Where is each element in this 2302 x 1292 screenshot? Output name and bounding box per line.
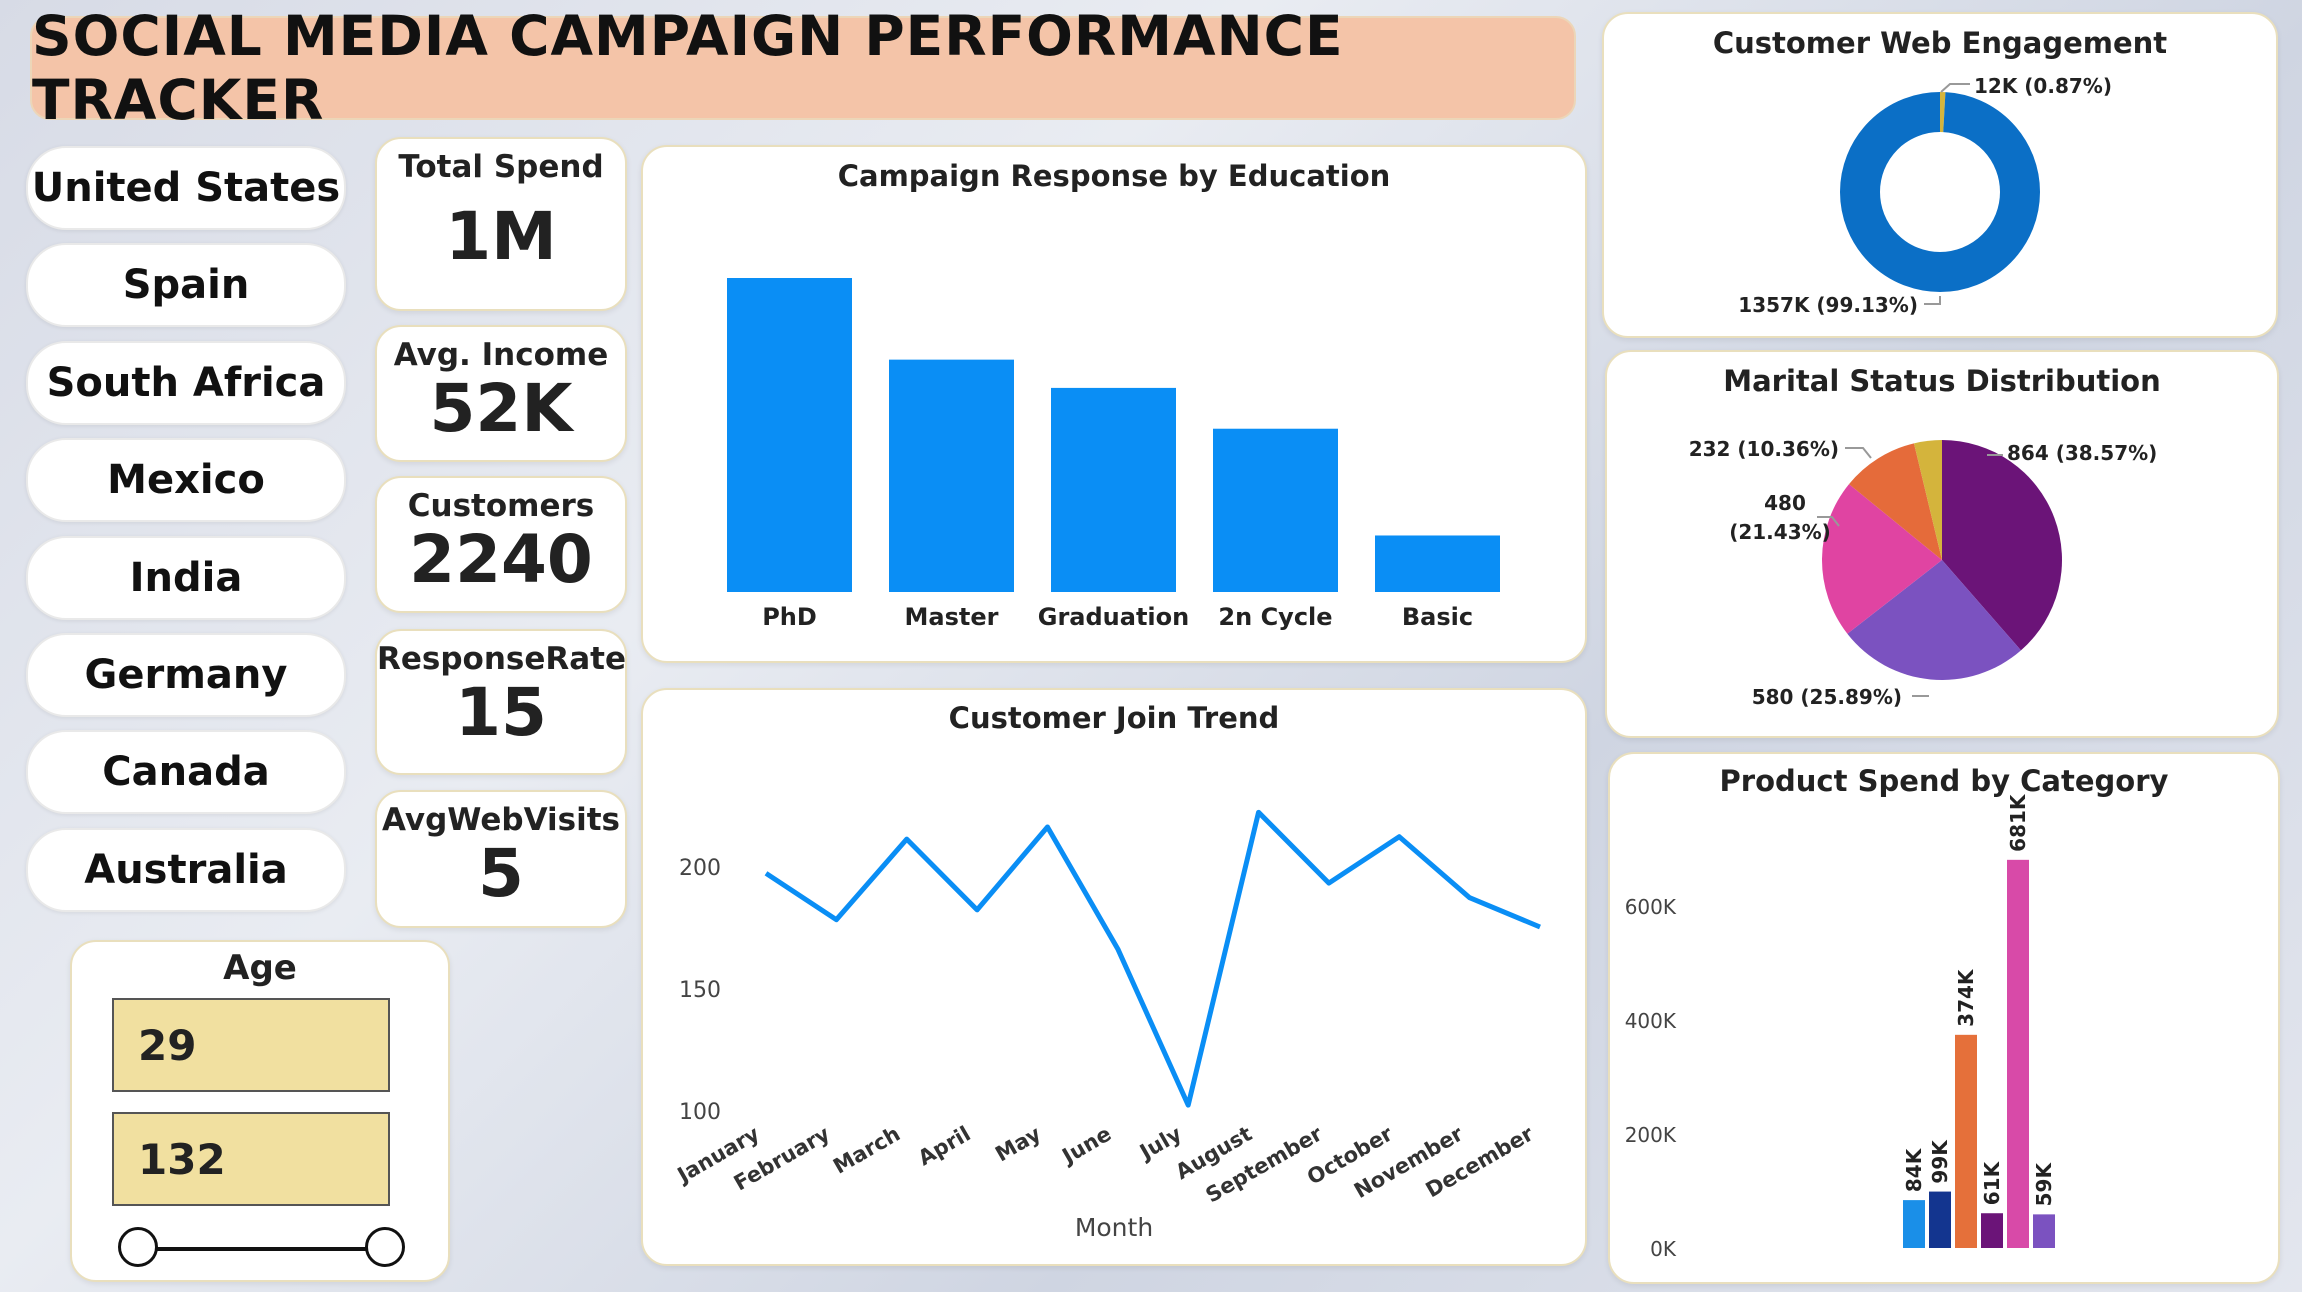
y-tick-label: 150	[679, 978, 721, 1003]
slice-label: 480	[1764, 491, 1806, 515]
slice-label: 864 (38.57%)	[2007, 441, 2157, 465]
country-button-mexico[interactable]: Mexico	[26, 438, 346, 522]
bar	[1929, 1191, 1951, 1248]
bar	[1955, 1034, 1977, 1248]
age-min-input[interactable]: 29	[112, 998, 390, 1092]
join-trend-line-chart: 100150200JanuaryFebruaryMarch April May Jun…	[672, 809, 1541, 1207]
education-bar-chart: PhD Master Graduation 2n Cycle Basic	[727, 278, 1500, 631]
country-button-canada[interactable]: Canada	[26, 730, 346, 814]
leader-line	[1845, 447, 1872, 459]
slice-label: (21.43%)	[1729, 520, 1831, 544]
product-spend-chart-panel: Product Spend by Category 0K 200K 400K 600K…	[1608, 752, 2280, 1284]
country-button-south-africa[interactable]: South Africa	[26, 341, 346, 425]
age-range-track	[132, 1247, 382, 1251]
data-label: 84K	[1902, 1147, 1926, 1192]
age-slicer-panel: Age 29 132	[70, 940, 450, 1282]
kpi-value: 2240	[409, 521, 593, 598]
bar	[1375, 535, 1500, 592]
bar	[1981, 1213, 2003, 1248]
y-tick-label: 400K	[1625, 1009, 1677, 1033]
kpi-card-total-spend: Total Spend 1M	[375, 137, 627, 311]
kpi-value: 15	[455, 674, 547, 751]
age-max-input[interactable]: 132	[112, 1112, 390, 1206]
kpi-value: 1M	[445, 198, 557, 275]
x-axis-label: Month	[1074, 1213, 1154, 1242]
country-button-spain[interactable]: Spain	[26, 243, 346, 327]
category-label: Graduation	[1038, 603, 1189, 631]
kpi-value: 5	[478, 835, 524, 912]
leader-line	[1924, 296, 1941, 305]
bar	[889, 359, 1014, 592]
kpi-card-customers: Customers 2240	[375, 476, 627, 613]
data-label: 681K	[2006, 793, 2030, 852]
category-label: 2n Cycle	[1218, 603, 1332, 631]
kpi-card-avg-income: Avg. Income 52K	[375, 325, 627, 462]
category-label: PhD	[762, 603, 817, 631]
age-min-handle[interactable]	[118, 1227, 158, 1267]
bar	[2033, 1214, 2055, 1248]
marital-status-pie-chart: 864 (38.57%) 580 (25.89%) 480 (21.43%) 232 (…	[1689, 437, 2158, 709]
country-button-australia[interactable]: Australia	[26, 828, 346, 912]
kpi-label: Avg. Income	[393, 337, 609, 373]
data-label: 374K	[1954, 968, 1978, 1027]
age-max-handle[interactable]	[365, 1227, 405, 1267]
leader-line	[1940, 83, 1970, 93]
y-tick-label: 200	[679, 856, 721, 881]
education-chart-panel: Campaign Response by Education PhD Master…	[641, 145, 1587, 663]
dashboard-title-bar: SOCIAL MEDIA CAMPAIGN PERFORMANCE TRACKE…	[30, 4, 1576, 132]
kpi-label: Customers	[407, 488, 595, 524]
join-trend-chart-panel: Customer Join Trend 100 150 200 January Febr…	[641, 688, 1587, 1266]
x-tick-label: April	[914, 1122, 975, 1171]
data-label: 61K	[1980, 1160, 2004, 1205]
data-label: 99K	[1928, 1139, 1952, 1184]
web-engagement-donut-chart: 12K (0.87%) 1357K (99.13%)	[1738, 74, 2112, 317]
x-tick-label: March	[829, 1122, 904, 1179]
category-label: Basic	[1402, 603, 1473, 631]
kpi-label: AvgWebVisits	[381, 802, 620, 838]
y-tick-label: 600K	[1625, 895, 1677, 919]
kpi-value: 52K	[429, 370, 573, 447]
bar	[2007, 859, 2029, 1248]
bar	[1903, 1200, 1925, 1248]
product-spend-bar-chart: 0K 200K 400K 600K 84K 99K 374K 61K 681K 59K	[1625, 793, 2056, 1261]
slice-label: 580 (25.89%)	[1752, 685, 1902, 709]
web-engagement-chart-panel: Customer Web Engagement 12K (0.87%) 1357K…	[1602, 12, 2278, 338]
dashboard-title: SOCIAL MEDIA CAMPAIGN PERFORMANCE TRACKE…	[32, 4, 1344, 132]
slice-label: 1357K (99.13%)	[1738, 293, 1918, 317]
category-label: Master	[905, 603, 999, 631]
marital-status-chart-panel: Marital Status Distribution 864 (38.57%)…	[1605, 350, 2279, 738]
bar	[1213, 428, 1338, 592]
x-tick-label: May	[991, 1121, 1045, 1166]
data-label: 59K	[2032, 1162, 2056, 1207]
age-slicer-label: Age	[223, 948, 297, 988]
slice-label: 232 (10.36%)	[1689, 437, 1839, 461]
kpi-label: ResponseRate	[377, 641, 627, 677]
country-button-germany[interactable]: Germany	[26, 633, 346, 717]
series-line	[764, 809, 1541, 1108]
kpi-label: Total Spend	[398, 149, 604, 185]
x-tick-label: June	[1057, 1122, 1116, 1170]
y-tick-label: 200K	[1625, 1123, 1677, 1147]
slice-label: 12K (0.87%)	[1974, 74, 2112, 98]
y-tick-label: 100	[679, 1100, 721, 1125]
country-button-india[interactable]: India	[26, 536, 346, 620]
bar	[1051, 387, 1176, 592]
donut-slice	[1840, 92, 2040, 292]
bar	[727, 278, 852, 592]
country-button-united-states[interactable]: United States	[26, 146, 346, 230]
y-tick-label: 0K	[1650, 1237, 1677, 1261]
kpi-card-response-rate: ResponseRate 15	[375, 629, 627, 775]
kpi-card-avg-web-visits: AvgWebVisits 5	[375, 790, 627, 928]
